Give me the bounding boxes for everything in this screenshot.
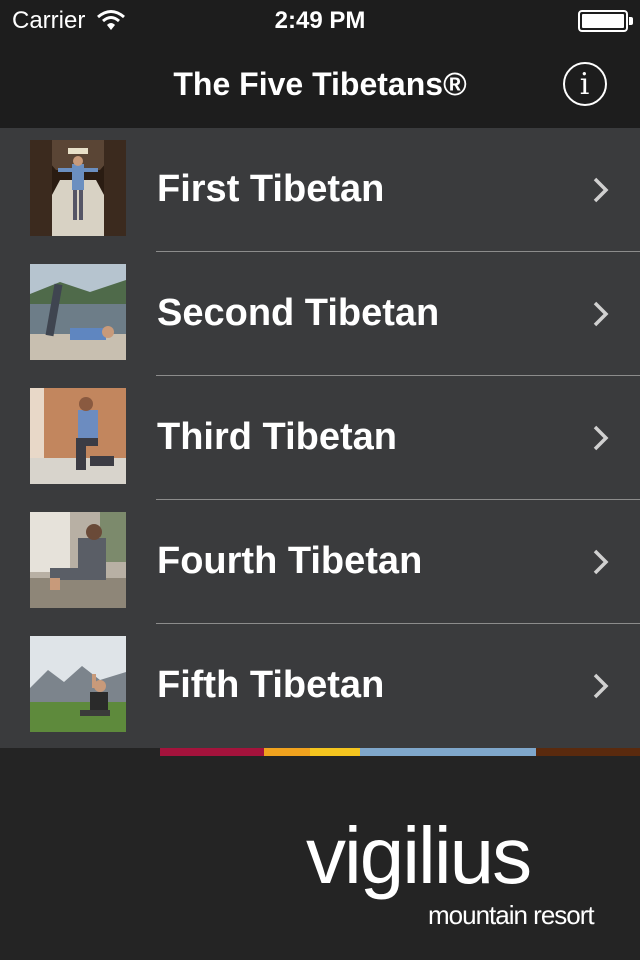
chevron-right-icon [592,672,610,705]
first-tibetan-thumbnail [30,140,126,236]
stripe-segment-blue [360,748,536,756]
battery-tip [629,17,633,25]
list-item-label: Second Tibetan [157,292,440,334]
stripe-segment-red [160,748,264,756]
fifth-tibetan-thumbnail [30,636,126,732]
brand-logo-wordmark: vigilius [306,811,532,900]
battery-fill [582,14,624,28]
fourth-tibetan-thumbnail [30,512,126,608]
brand-logo-tagline: mountain resort [428,900,595,930]
info-button[interactable]: i [563,62,607,106]
navigation-bar: The Five Tibetans® i [0,40,640,128]
info-circle-icon: i [579,67,590,102]
list-item-label: First Tibetan [157,168,385,210]
battery-icon [578,10,633,32]
page-title: The Five Tibetans® [173,66,467,102]
status-time: 2:49 PM [274,7,366,34]
chevron-right-icon [592,548,610,581]
exercise-list: First Tibetan Second Tibetan Third Tibet… [0,128,640,748]
chevron-right-icon [592,176,610,209]
list-item-third-tibetan[interactable]: Third Tibetan [0,376,640,500]
status-bar: Carrier 2:49 PM [0,0,640,40]
list-item-fifth-tibetan[interactable]: Fifth Tibetan [0,624,640,748]
footer: vigilius mountain resort [0,756,640,960]
list-item-label: Third Tibetan [157,416,397,458]
list-item-label: Fourth Tibetan [157,540,423,582]
third-tibetan-thumbnail [30,388,126,484]
chevron-right-icon [592,424,610,457]
list-item-second-tibetan[interactable]: Second Tibetan [0,252,640,376]
brand-color-stripe [160,748,640,756]
list-item-fourth-tibetan[interactable]: Fourth Tibetan [0,500,640,624]
list-item-label: Fifth Tibetan [157,664,385,706]
stripe-segment-orange [264,748,310,756]
second-tibetan-thumbnail [30,264,126,360]
chevron-right-icon [592,300,610,333]
stripe-segment-brown [536,748,640,756]
stripe-segment-yellow [310,748,360,756]
list-item-first-tibetan[interactable]: First Tibetan [0,128,640,252]
